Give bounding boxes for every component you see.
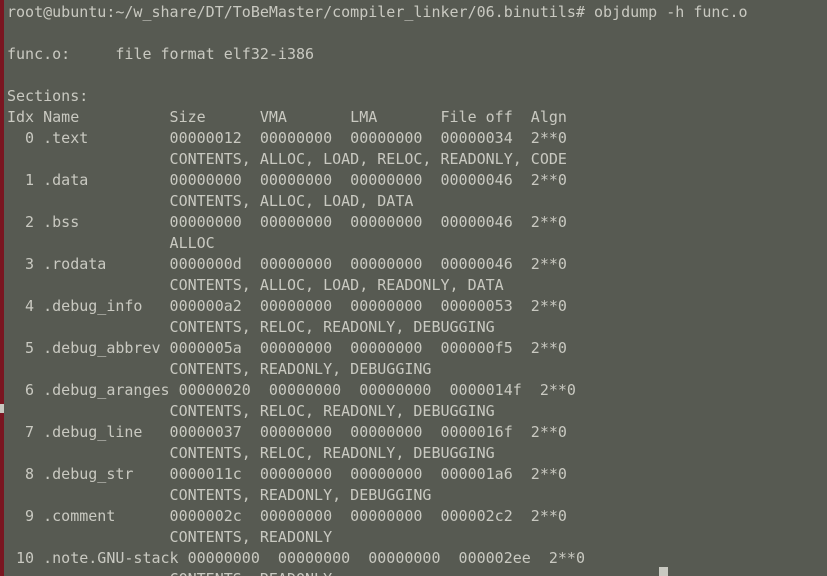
section-row: 8 .debug_str 0000011c 00000000 00000000 … [7, 465, 567, 483]
section-flags-row: CONTENTS, READONLY, DEBUGGING [7, 360, 432, 378]
terminal-window[interactable]: root@ubuntu:~/w_share/DT/ToBeMaster/comp… [0, 0, 827, 576]
section-row: 1 .data 00000000 00000000 00000000 00000… [7, 171, 567, 189]
section-flags-row: CONTENTS, RELOC, READONLY, DEBUGGING [7, 444, 495, 462]
section-flags-row: CONTENTS, RELOC, READONLY, DEBUGGING [7, 318, 495, 336]
section-row: 2 .bss 00000000 00000000 00000000 000000… [7, 213, 567, 231]
sections-table-header: Idx Name Size VMA LMA File off Algn [7, 108, 567, 126]
section-row: 7 .debug_line 00000037 00000000 00000000… [7, 423, 567, 441]
section-row: 6 .debug_aranges 00000020 00000000 00000… [7, 381, 576, 399]
section-flags-row: ALLOC [7, 234, 215, 252]
section-row: 4 .debug_info 000000a2 00000000 00000000… [7, 297, 567, 315]
section-flags-row: CONTENTS, READONLY [0, 569, 827, 576]
section-flags-row: CONTENTS, ALLOC, LOAD, DATA [7, 192, 414, 210]
section-flags-row: CONTENTS, READONLY, DEBUGGING [7, 486, 432, 504]
section-row: 9 .comment 0000002c 00000000 00000000 00… [7, 507, 567, 525]
prompt-command-line: root@ubuntu:~/w_share/DT/ToBeMaster/comp… [7, 3, 748, 21]
text-cursor [659, 567, 668, 576]
section-flags-row: CONTENTS, RELOC, READONLY, DEBUGGING [7, 402, 495, 420]
terminal-screen[interactable]: root@ubuntu:~/w_share/DT/ToBeMaster/comp… [0, 0, 827, 576]
section-row: 5 .debug_abbrev 0000005a 00000000 000000… [7, 339, 567, 357]
section-flags-row: CONTENTS, ALLOC, LOAD, RELOC, READONLY, … [7, 150, 567, 168]
sections-label: Sections: [7, 87, 89, 105]
section-row: 0 .text 00000012 00000000 00000000 00000… [7, 129, 567, 147]
file-format-line: func.o: file format elf32-i386 [7, 45, 315, 63]
section-row: 10 .note.GNU-stack 00000000 00000000 000… [7, 549, 585, 567]
section-flags-row: CONTENTS, READONLY [7, 528, 333, 546]
section-flags-row: CONTENTS, ALLOC, LOAD, READONLY, DATA [7, 276, 504, 294]
section-row: 3 .rodata 0000000d 00000000 00000000 000… [7, 255, 567, 273]
